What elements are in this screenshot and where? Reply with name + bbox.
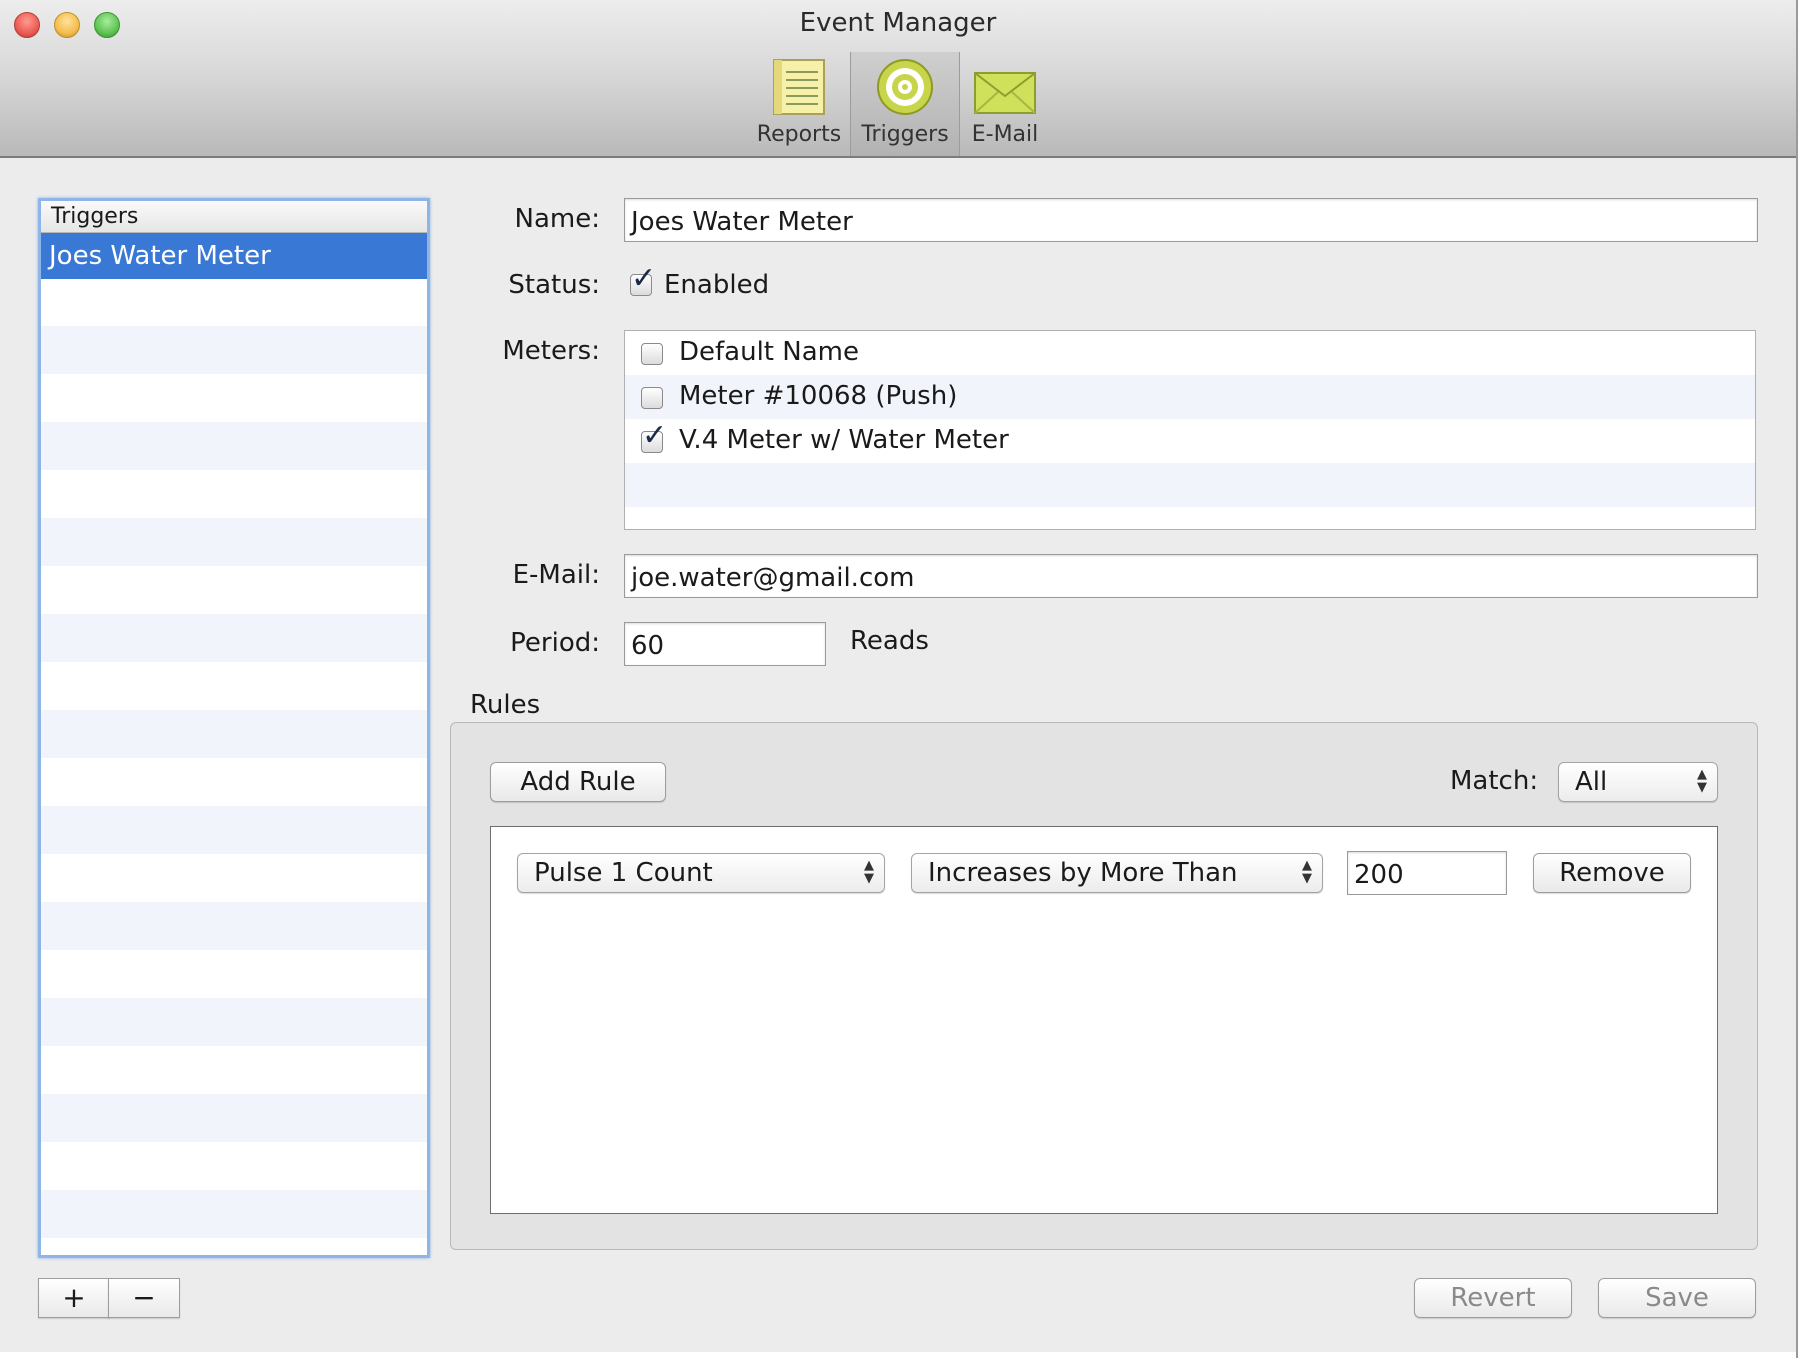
name-field[interactable]: Joes Water Meter (624, 198, 1758, 242)
add-trigger-button[interactable]: + (38, 1278, 110, 1318)
meter-checkbox[interactable] (641, 343, 663, 365)
toolbar-reports[interactable]: Reports (756, 52, 842, 156)
email-field[interactable]: joe.water@gmail.com (624, 554, 1758, 598)
name-label: Name: (514, 204, 600, 234)
period-label: Period: (510, 628, 600, 658)
meter-row[interactable]: Meter #10068 (Push) (625, 375, 1755, 419)
meter-row[interactable]: Default Name (625, 331, 1755, 375)
toolbar-email-label: E-Mail (971, 122, 1039, 147)
status-label: Status: (508, 270, 600, 300)
triggers-list-header: Triggers (41, 201, 427, 233)
match-select[interactable]: All ▲ ▼ (1558, 762, 1718, 802)
window-title: Event Manager (799, 8, 997, 38)
revert-button[interactable]: Revert (1414, 1278, 1572, 1318)
updown-arrows-icon: ▲ ▼ (864, 858, 874, 886)
list-item-label: Joes Water Meter (49, 241, 271, 271)
rule-value-text: 200 (1354, 860, 1404, 890)
checkmark-icon: ✓ (631, 261, 657, 296)
list-stripe (41, 902, 427, 950)
notepad-icon (773, 59, 825, 115)
rules-title: Rules (470, 690, 541, 720)
meter-name: V.4 Meter w/ Water Meter (679, 425, 1009, 455)
list-item-selected[interactable]: Joes Water Meter (41, 233, 427, 279)
rules-list: Pulse 1 Count ▲ ▼ Increases by More Than … (490, 826, 1718, 1214)
desktop-background-strip (0, 1352, 1796, 1360)
toolbar-triggers-label: Triggers (861, 122, 949, 147)
period-field-value: 60 (631, 631, 665, 661)
rule-operator-value: Increases by More Than (928, 858, 1238, 888)
remove-rule-button[interactable]: Remove (1533, 853, 1691, 893)
list-stripe (41, 326, 427, 374)
list-stripe (41, 614, 427, 662)
toolbar-email[interactable]: E-Mail (962, 52, 1048, 156)
list-stripe (41, 422, 427, 470)
save-button[interactable]: Save (1598, 1278, 1756, 1318)
email-field-value: joe.water@gmail.com (631, 563, 915, 593)
meters-list[interactable]: Default Name Meter #10068 (Push) ✓ V.4 M… (624, 330, 1756, 530)
meters-label: Meters: (502, 336, 600, 366)
period-field[interactable]: 60 (624, 622, 826, 666)
meter-name: Meter #10068 (Push) (679, 381, 958, 411)
rule-field-select[interactable]: Pulse 1 Count ▲ ▼ (517, 853, 885, 893)
title-bar: Event Manager Reports Triggers E-Mail (0, 0, 1796, 158)
event-manager-window: Event Manager Reports Triggers E-Mail Tr… (0, 0, 1798, 1358)
meter-checkbox[interactable]: ✓ (641, 418, 667, 453)
remove-trigger-button[interactable]: − (108, 1278, 180, 1318)
add-rule-button[interactable]: Add Rule (490, 762, 666, 802)
list-stripe (41, 1190, 427, 1238)
enabled-checkbox-label: Enabled (664, 270, 770, 300)
meter-checkbox[interactable] (641, 387, 663, 409)
list-stripe (41, 518, 427, 566)
triggers-list-header-label: Triggers (51, 204, 139, 229)
enabled-checkbox[interactable]: ✓ (630, 261, 656, 296)
checkmark-icon: ✓ (642, 418, 668, 453)
meter-row[interactable]: ✓ V.4 Meter w/ Water Meter (625, 418, 1755, 463)
list-stripe (41, 1094, 427, 1142)
name-field-value: Joes Water Meter (631, 207, 853, 237)
email-label: E-Mail: (512, 560, 600, 590)
list-stripe (41, 806, 427, 854)
rule-field-value: Pulse 1 Count (534, 858, 713, 888)
envelope-icon (974, 72, 1036, 114)
toolbar-triggers[interactable]: Triggers (850, 52, 960, 156)
updown-arrows-icon: ▲ ▼ (1302, 858, 1312, 886)
updown-arrows-icon: ▲ ▼ (1697, 767, 1707, 795)
list-stripe (41, 710, 427, 758)
list-stripe (41, 998, 427, 1046)
triggers-list[interactable]: Triggers Joes Water Meter (38, 198, 430, 1258)
meter-name: Default Name (679, 337, 859, 367)
target-icon (877, 59, 933, 115)
rule-operator-select[interactable]: Increases by More Than ▲ ▼ (911, 853, 1323, 893)
match-label: Match: (1450, 766, 1539, 796)
rule-value-field[interactable]: 200 (1347, 851, 1507, 895)
match-select-value: All (1575, 767, 1608, 797)
meter-row-empty (625, 463, 1755, 507)
toolbar-reports-label: Reports (756, 122, 842, 147)
period-unit-label: Reads (850, 626, 929, 656)
